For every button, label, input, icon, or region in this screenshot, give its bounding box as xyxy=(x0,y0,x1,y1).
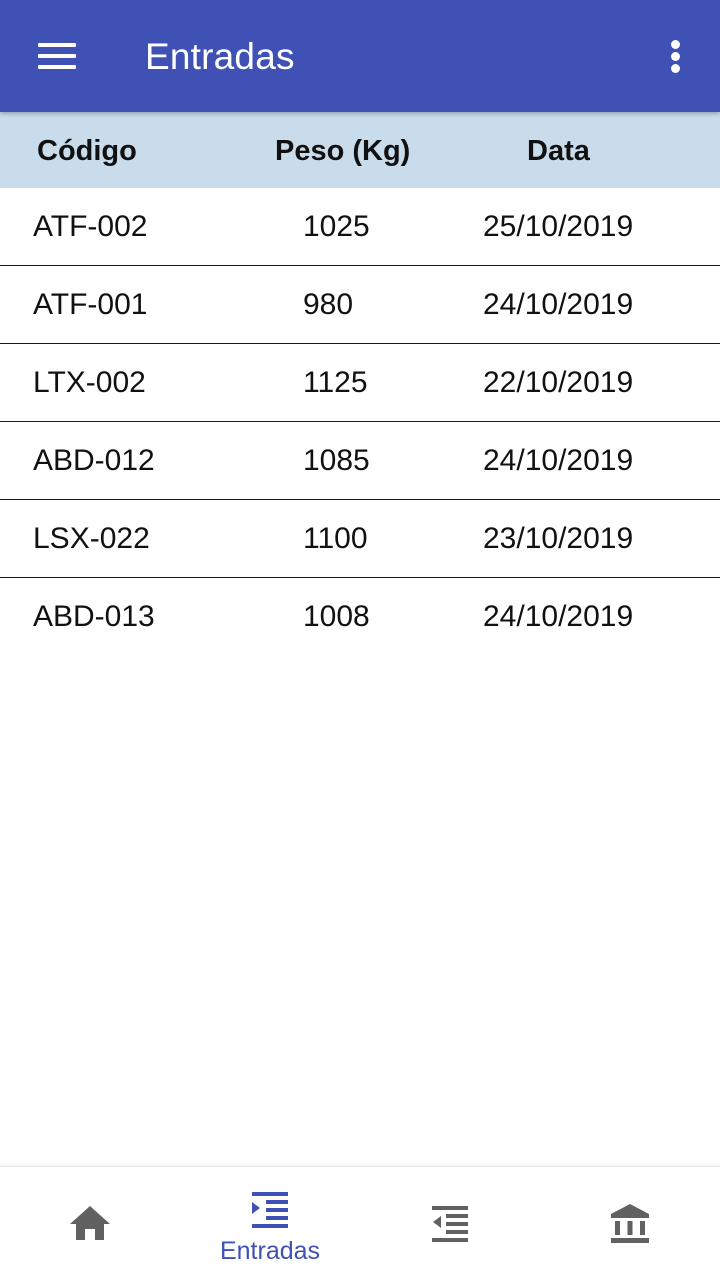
column-header-data[interactable]: Data xyxy=(527,112,590,188)
cell-data: 24/10/2019 xyxy=(483,288,634,321)
format-indent-decrease-icon xyxy=(432,1206,468,1242)
nav-label-entradas: Entradas xyxy=(219,1237,321,1265)
cell-data: 23/10/2019 xyxy=(483,522,634,555)
cell-codigo: LSX-022 xyxy=(33,522,150,555)
cell-data: 22/10/2019 xyxy=(483,366,634,399)
table-row[interactable]: LSX-022 1100 23/10/2019 xyxy=(0,500,720,578)
cell-peso: 980 xyxy=(303,288,354,321)
menu-button[interactable] xyxy=(26,30,86,82)
cell-codigo: ATF-002 xyxy=(33,210,148,243)
nav-item-bank[interactable] xyxy=(540,1167,720,1280)
format-indent-increase-icon xyxy=(252,1192,288,1228)
column-header-codigo[interactable]: Código xyxy=(37,112,137,188)
table-row[interactable]: ABD-012 1085 24/10/2019 xyxy=(0,422,720,500)
home-icon xyxy=(70,1206,110,1240)
cell-peso: 1025 xyxy=(303,210,370,243)
column-header-peso[interactable]: Peso (Kg) xyxy=(275,112,410,188)
nav-item-saidas[interactable] xyxy=(360,1167,540,1280)
table-row[interactable]: ATF-001 980 24/10/2019 xyxy=(0,266,720,344)
page-title: Entradas xyxy=(145,36,295,77)
nav-item-entradas[interactable]: Entradas xyxy=(180,1167,360,1280)
cell-codigo: ABD-012 xyxy=(33,444,155,477)
cell-peso: 1008 xyxy=(303,600,370,633)
app-bar: Entradas xyxy=(0,0,720,112)
table-row[interactable]: LTX-002 1125 22/10/2019 xyxy=(0,344,720,422)
overflow-menu-button[interactable] xyxy=(656,30,696,82)
cell-codigo: ABD-013 xyxy=(33,600,155,633)
cell-data: 24/10/2019 xyxy=(483,600,634,633)
table-row[interactable]: ABD-013 1008 24/10/2019 xyxy=(0,578,720,655)
app-screen: Entradas Código Peso (Kg) Data ATF-002 1… xyxy=(0,0,720,1280)
cell-peso: 1085 xyxy=(303,444,370,477)
bank-icon xyxy=(611,1204,649,1243)
cell-peso: 1125 xyxy=(303,366,368,399)
table-body: ATF-002 1025 25/10/2019 ATF-001 980 24/1… xyxy=(0,188,720,655)
cell-codigo: ATF-001 xyxy=(33,288,148,321)
cell-codigo: LTX-002 xyxy=(33,366,146,399)
nav-item-home[interactable] xyxy=(0,1167,180,1280)
cell-peso: 1100 xyxy=(303,522,368,555)
table-header: Código Peso (Kg) Data xyxy=(0,112,720,188)
table-row[interactable]: ATF-002 1025 25/10/2019 xyxy=(0,188,720,266)
bottom-navigation: Entradas xyxy=(0,1166,720,1280)
cell-data: 25/10/2019 xyxy=(483,210,634,243)
cell-data: 24/10/2019 xyxy=(483,444,634,477)
